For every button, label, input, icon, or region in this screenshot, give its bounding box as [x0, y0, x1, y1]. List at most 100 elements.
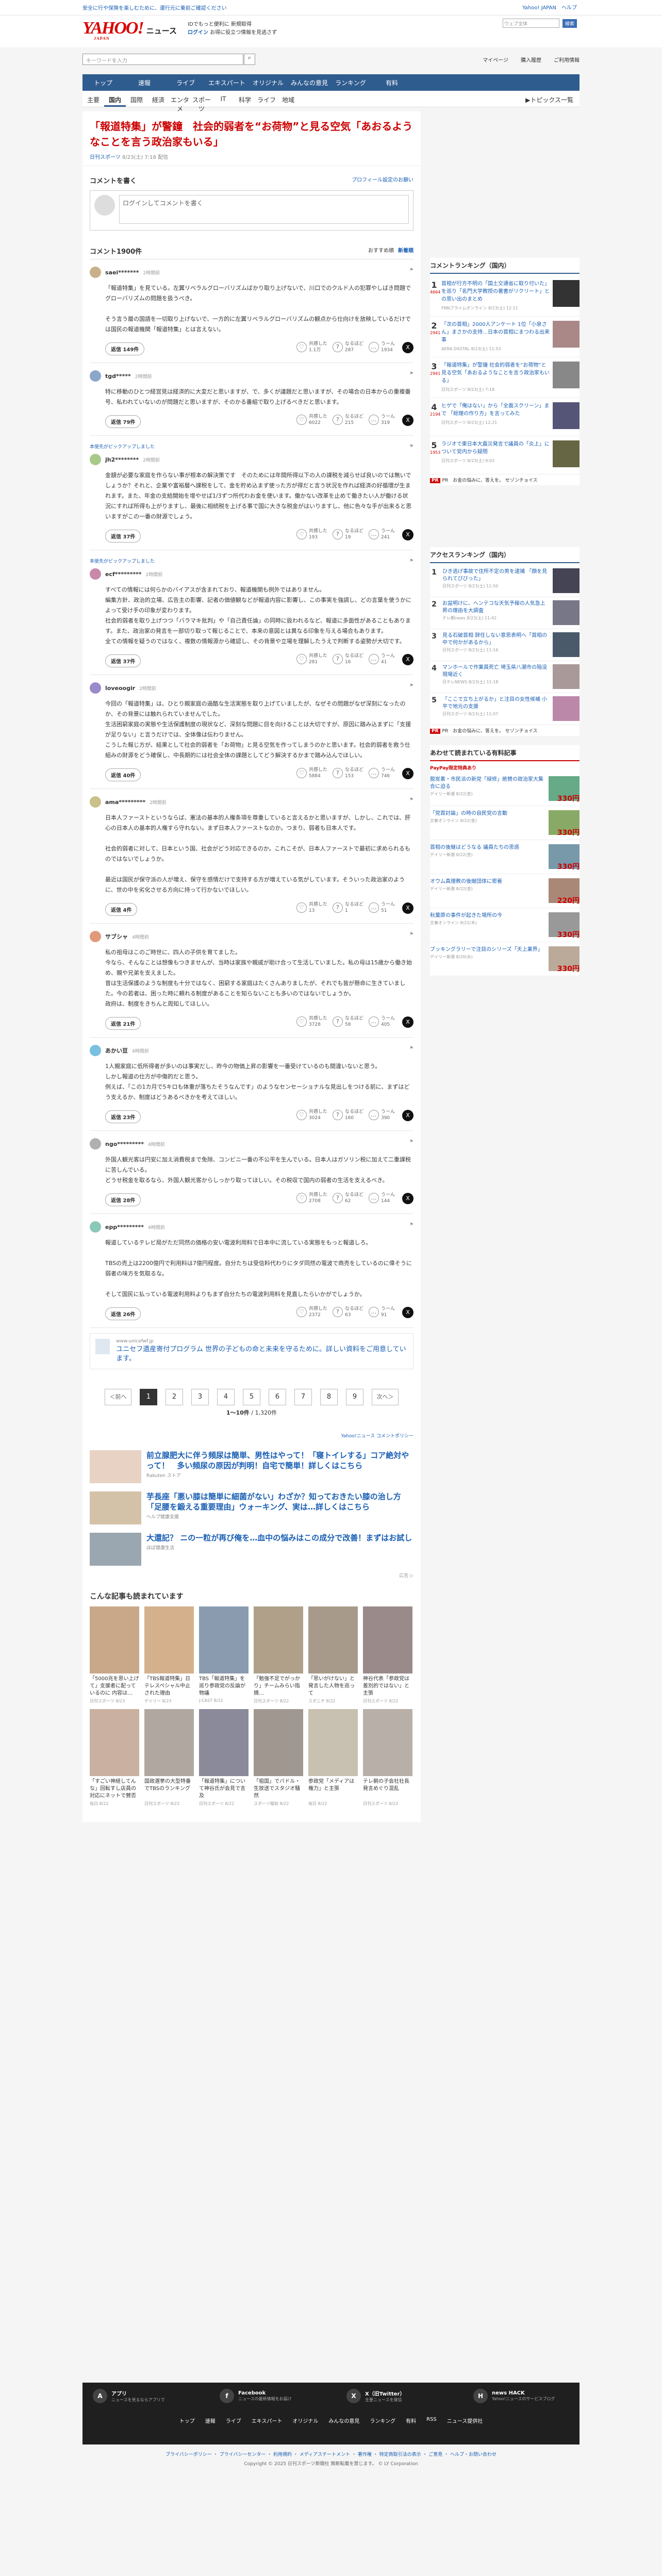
comment-username[interactable]: jh2********: [105, 456, 139, 463]
access-ranking-item[interactable]: 1 ひき逃げ事故で住所不定の男を逮捕 「顔を見られてびびった」 日刊スポーツ 8/2…: [430, 565, 580, 597]
comment-username[interactable]: あかい豆: [105, 1046, 128, 1055]
recommended-card[interactable]: 「5000兆を思い上げて」支援者に配っているのに 内容は… 日刊スポーツ 8/23: [90, 1606, 139, 1704]
reply-button[interactable]: 返信 37件: [105, 654, 141, 667]
reaction-empathy-button[interactable]: ♡ 共感した 3024: [296, 1109, 327, 1121]
reply-button[interactable]: 返信 21件: [105, 1016, 141, 1030]
page-8[interactable]: 8: [320, 1389, 338, 1405]
access-ranking-item[interactable]: 3 見る石破首相 辞任しない意思表明へ「首相の中で何かがあるから」 日刊スポーツ 8…: [430, 629, 580, 661]
footer-nav-item[interactable]: オリジナル: [292, 2417, 318, 2424]
x-share-icon[interactable]: X: [402, 415, 413, 426]
footer-nav-item[interactable]: エキスパート: [252, 2417, 283, 2424]
footer-sns-title[interactable]: アプリ: [111, 2389, 189, 2397]
reaction-insight-button[interactable]: ? なるほど 63: [332, 1306, 363, 1318]
recommended-card[interactable]: 「勉強不足でがっかり」チームみらい指摘… 日刊スポーツ 8/22: [254, 1606, 303, 1704]
recommended-card[interactable]: 「報道特集」について神谷氏が会見で言及 日刊スポーツ 8/22: [199, 1709, 249, 1807]
nav-top[interactable]: トップ: [82, 74, 124, 91]
paid-article-item[interactable]: ブッキングラリーで注目のシリーズ「天上業界」 デイリー新潮 8/20(水) 330円: [430, 942, 580, 976]
report-link[interactable]: ⚑: [409, 797, 413, 802]
reaction-hmm-button[interactable]: … うーん 51: [368, 901, 395, 914]
footer-nav-item[interactable]: RSS: [426, 2417, 437, 2424]
comment-username[interactable]: tgd*****: [105, 373, 131, 380]
reaction-insight-button[interactable]: ? なるほど 153: [332, 767, 363, 779]
ad-choice-label[interactable]: 広告 ▷: [82, 1570, 421, 1581]
mypage-link[interactable]: マイページ: [483, 56, 508, 63]
ranking-headline[interactable]: 「ここで立ち上がるか」と注目の女性候補 小平で地元の支援: [442, 696, 549, 711]
ranking-headline[interactable]: ラジオで東日本大震災発言で議員の「炎上」について党内から疑問: [441, 440, 550, 456]
reaction-empathy-button[interactable]: ♡ 共感した 6022: [296, 414, 327, 426]
paid-headline[interactable]: 脱炭素・市民派の新党「緑修」絶賛の政治家大集合に迫る: [430, 776, 544, 791]
reaction-insight-button[interactable]: ? なるほど 19: [332, 528, 363, 540]
ranking-headline[interactable]: 首相が行方不明の「国土交通省に取り付いた」を巡り「名門大学教授の著書がリクリート…: [441, 280, 550, 303]
reaction-empathy-button[interactable]: ♡ 共感した 1.1万: [296, 341, 327, 353]
nav-opinion[interactable]: みんなの意見: [289, 74, 330, 91]
x-share-icon[interactable]: X: [402, 1016, 413, 1028]
reaction-hmm-button[interactable]: … うーん 746: [368, 767, 395, 779]
reply-button[interactable]: 返信 4件: [105, 903, 138, 916]
footer-sns-item[interactable]: A アプリ ニュースを見るならアプリで: [93, 2389, 189, 2403]
comment-username[interactable]: saei*******: [105, 269, 139, 276]
access-ranking-item[interactable]: 4 マンホールで作業員死亡 埼玉県八潮市の陥没現場近く 日テレNEWS 8/23(土…: [430, 661, 580, 693]
reaction-insight-button[interactable]: ? なるほど 287: [332, 341, 363, 353]
cat-main[interactable]: 主要: [82, 91, 104, 107]
cat-science[interactable]: 科学: [234, 91, 256, 107]
recommended-title[interactable]: 「TBS報道特集」日テレスペシャル中止された理由: [144, 1676, 194, 1697]
report-link[interactable]: ⚑: [409, 559, 413, 564]
footer-nav-item[interactable]: トップ: [179, 2417, 195, 2424]
comment-username[interactable]: ama*********: [105, 799, 145, 806]
page-7[interactable]: 7: [294, 1389, 312, 1405]
comment-ranking-item[interactable]: 4 2194 ヒゲで「俺はない」から「全面スクリーン」まで 「総理の作り方」を言って…: [430, 398, 580, 436]
recommended-title[interactable]: 「勉強不足でがっかり」チームみらい指摘…: [254, 1676, 303, 1697]
footer-sns-title[interactable]: X（旧Twitter）: [365, 2389, 442, 2397]
reply-button[interactable]: 返信 37件: [105, 529, 141, 543]
reply-button[interactable]: 返信 26件: [105, 1307, 141, 1320]
reaction-hmm-button[interactable]: … うーん 390: [368, 1109, 395, 1121]
ticker-text[interactable]: 安全に行や保険を楽しむために、運行元に乗前ご確認ください: [82, 6, 227, 11]
footer-sns-title[interactable]: Facebook: [238, 2390, 316, 2396]
reaction-hmm-button[interactable]: … うーん 241: [368, 528, 395, 540]
avatar[interactable]: [90, 1138, 101, 1150]
avatar[interactable]: [90, 370, 101, 382]
footer-nav-item[interactable]: みんなの意見: [328, 2417, 359, 2424]
comment-username[interactable]: loveoogir: [105, 685, 135, 692]
ranking-headline[interactable]: ヒゲで「俺はない」から「全面スクリーン」まで 「総理の作り方」を言ってみた: [441, 402, 550, 418]
reply-button[interactable]: 返信 23件: [105, 1110, 141, 1123]
recommended-title[interactable]: 「5000兆を思い上げて」支援者に配っているのに 内容は…: [90, 1676, 139, 1697]
page-4[interactable]: 4: [217, 1389, 235, 1405]
cat-domestic[interactable]: 国内: [104, 91, 126, 107]
nav-original[interactable]: オリジナル: [247, 74, 289, 91]
ad-title[interactable]: ユニセフ遺産寄付プログラム 世界の子どもの命と未来を守るために。詳しい資料をご用…: [116, 1345, 408, 1364]
report-link[interactable]: ⚑: [409, 1046, 413, 1051]
footer-nav-item[interactable]: ニュース提供社: [447, 2417, 483, 2424]
cat-it[interactable]: IT: [212, 91, 234, 107]
promo-item[interactable]: 大還記？ ニの一粒が再び俺を…血中の悩みはこの成分で改善！まずはお試し ほぼ健康生…: [90, 1529, 413, 1570]
paid-headline[interactable]: 「党首討論」の時の自民党の言動: [430, 810, 544, 817]
paid-headline[interactable]: オウム真理教の後継団体に密着: [430, 878, 544, 885]
footer-sns-item[interactable]: f Facebook ニュースの最新情報をお届け: [220, 2389, 316, 2403]
report-link[interactable]: ⚑: [409, 683, 413, 688]
recommended-card[interactable]: 「すごい神経してんな」回転すし店員の対応にネットで賛否 毎日 8/22: [90, 1709, 139, 1807]
paid-article-item[interactable]: オウム真理教の後継団体に密着 デイリー新潮 8/22(金) 220円: [430, 874, 580, 908]
reaction-hmm-button[interactable]: … うーん 405: [368, 1015, 395, 1028]
paid-article-item[interactable]: 秋葉原の事件が起きた場所の今 文春オンライン 8/21(木) 330円: [430, 908, 580, 942]
report-link[interactable]: ⚑: [409, 268, 413, 273]
x-share-icon[interactable]: X: [402, 1307, 413, 1318]
recommended-title[interactable]: 「思いがけない」と発言した人物を巡って: [308, 1676, 358, 1697]
reply-button[interactable]: 返信 28件: [105, 1193, 141, 1206]
topics-list-link[interactable]: ▶トピックス一覧: [525, 91, 573, 109]
access-ranking-item[interactable]: 2 お盆明けに、ヘンテコな天気予報の人気急上昇の理由を大調査 テレ朝news 8/2…: [430, 597, 580, 629]
report-link[interactable]: ⚑: [409, 371, 413, 376]
purchase-history-link[interactable]: 購入履歴: [521, 56, 541, 63]
page-2[interactable]: 2: [166, 1389, 183, 1405]
avatar[interactable]: [90, 682, 101, 694]
report-link[interactable]: ⚑: [409, 444, 413, 449]
comment-username[interactable]: サブシャ: [105, 932, 128, 941]
reaction-insight-button[interactable]: ? なるほど 215: [332, 414, 363, 426]
ranking-headline[interactable]: 見る石破首相 辞任しない意思表明へ「首相の中で何かがあるから」: [442, 632, 549, 647]
avatar[interactable]: [90, 796, 101, 808]
nav-live[interactable]: ライブ: [165, 74, 206, 91]
footer-sns-item[interactable]: X X（旧Twitter） 主要ニュースを発信: [346, 2389, 442, 2403]
next-page-button[interactable]: 次へ＞: [372, 1389, 399, 1405]
comment-ranking-item[interactable]: 3 2941 「報道特集」が警鐘 社会的弱者を“お荷物”と見る空気「あおるようなこと…: [430, 357, 580, 398]
paid-headline[interactable]: 秋葉原の事件が起きた場所の今: [430, 912, 544, 920]
paid-headline[interactable]: 首相の後継はどうなる 議員たちの思惑: [430, 844, 544, 851]
